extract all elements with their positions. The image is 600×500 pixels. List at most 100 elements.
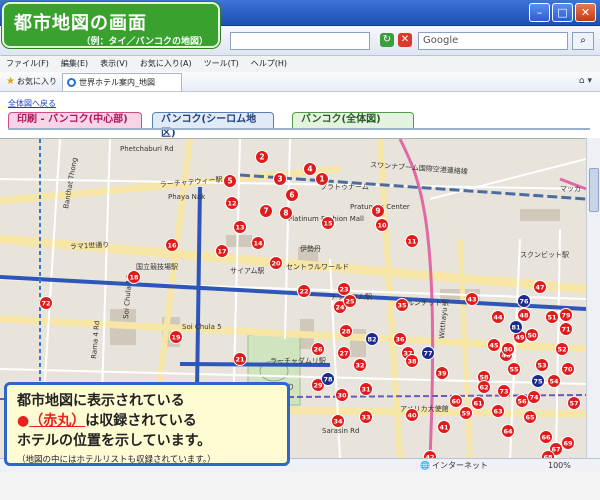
hotel-pin-48[interactable]: 48 bbox=[517, 308, 531, 322]
search-input[interactable]: Google bbox=[418, 32, 568, 50]
hotel-pin-56[interactable]: 56 bbox=[515, 394, 529, 408]
hotel-pin-66[interactable]: 66 bbox=[539, 430, 553, 444]
browser-tab[interactable]: 世界ホテル案内_地図 bbox=[62, 73, 182, 91]
close-button[interactable]: ✕ bbox=[575, 3, 596, 22]
stop-icon[interactable]: ✕ bbox=[398, 33, 412, 47]
menu-view[interactable]: 表示(V) bbox=[100, 56, 128, 72]
hotel-pin-43[interactable]: 43 bbox=[465, 292, 479, 306]
hotel-pin-42[interactable]: 42 bbox=[423, 450, 437, 459]
hotel-pin-57[interactable]: 57 bbox=[567, 396, 581, 410]
menu-tools[interactable]: ツール(T) bbox=[204, 56, 239, 72]
hotel-pin-28[interactable]: 28 bbox=[339, 324, 353, 338]
hotel-pin-33[interactable]: 33 bbox=[359, 410, 373, 424]
station-marker-78[interactable]: 78 bbox=[321, 372, 335, 386]
hotel-pin-10[interactable]: 10 bbox=[375, 218, 389, 232]
hotel-pin-34[interactable]: 34 bbox=[331, 414, 345, 428]
hotel-pin-41[interactable]: 41 bbox=[437, 420, 451, 434]
hotel-pin-40[interactable]: 40 bbox=[405, 408, 419, 422]
menu-file[interactable]: ファイル(F) bbox=[6, 56, 49, 72]
hotel-pin-7[interactable]: 7 bbox=[259, 204, 273, 218]
hotel-pin-60[interactable]: 60 bbox=[449, 394, 463, 408]
hotel-pin-18[interactable]: 18 bbox=[127, 270, 141, 284]
hotel-pin-14[interactable]: 14 bbox=[251, 236, 265, 250]
search-icon[interactable]: ⌕ bbox=[572, 32, 594, 50]
refresh-icon[interactable]: ↻ bbox=[380, 33, 394, 47]
back-to-overview-link[interactable]: 全体図へ戻る bbox=[8, 98, 56, 109]
hotel-pin-62[interactable]: 62 bbox=[477, 380, 491, 394]
vertical-scrollbar[interactable] bbox=[586, 138, 600, 458]
maximize-button[interactable]: □ bbox=[552, 3, 573, 22]
tab-bangkok-overview[interactable]: バンコク(全体図) bbox=[292, 112, 414, 128]
hotel-pin-11[interactable]: 11 bbox=[405, 234, 419, 248]
hotel-pin-22[interactable]: 22 bbox=[297, 284, 311, 298]
hotel-pin-6[interactable]: 6 bbox=[285, 188, 299, 202]
zoom-level[interactable]: 100% bbox=[548, 459, 571, 472]
minimize-button[interactable]: – bbox=[529, 3, 550, 22]
hotel-pin-55[interactable]: 55 bbox=[507, 362, 521, 376]
hotel-pin-45[interactable]: 45 bbox=[487, 338, 501, 352]
hotel-pin-3[interactable]: 3 bbox=[273, 172, 287, 186]
station-marker-77[interactable]: 77 bbox=[421, 346, 435, 360]
station-marker-81[interactable]: 81 bbox=[509, 320, 523, 334]
hotel-pin-5[interactable]: 5 bbox=[223, 174, 237, 188]
hotel-pin-15[interactable]: 15 bbox=[321, 216, 335, 230]
hotel-pin-63[interactable]: 63 bbox=[491, 404, 505, 418]
hotel-pin-61[interactable]: 61 bbox=[471, 396, 485, 410]
home-icon[interactable]: ⌂ ▾ bbox=[579, 76, 592, 86]
hotel-pin-65[interactable]: 65 bbox=[523, 410, 537, 424]
hotel-pin-80[interactable]: 80 bbox=[501, 342, 515, 356]
hotel-pin-44[interactable]: 44 bbox=[491, 310, 505, 324]
hotel-pin-79[interactable]: 79 bbox=[559, 308, 573, 322]
hotel-pin-50[interactable]: 50 bbox=[525, 328, 539, 342]
hotel-pin-71[interactable]: 71 bbox=[559, 322, 573, 336]
hotel-pin-59[interactable]: 59 bbox=[459, 406, 473, 420]
address-bar[interactable] bbox=[230, 32, 370, 50]
hotel-pin-8[interactable]: 8 bbox=[279, 206, 293, 220]
hotel-pin-74[interactable]: 74 bbox=[527, 390, 541, 404]
hotel-pin-20[interactable]: 20 bbox=[269, 256, 283, 270]
scroll-thumb[interactable] bbox=[589, 168, 599, 212]
station-marker-76[interactable]: 76 bbox=[517, 294, 531, 308]
hotel-pin-51[interactable]: 51 bbox=[545, 310, 559, 324]
menu-help[interactable]: ヘルプ(H) bbox=[251, 56, 287, 72]
tab-divider bbox=[8, 128, 590, 130]
hotel-pin-38[interactable]: 38 bbox=[405, 354, 419, 368]
hotel-pin-16[interactable]: 16 bbox=[165, 238, 179, 252]
station-marker-75[interactable]: 75 bbox=[531, 374, 545, 388]
hotel-pin-53[interactable]: 53 bbox=[535, 358, 549, 372]
hotel-pin-19[interactable]: 19 bbox=[169, 330, 183, 344]
hotel-pin-13[interactable]: 13 bbox=[233, 220, 247, 234]
hotel-pin-31[interactable]: 31 bbox=[359, 382, 373, 396]
hotel-pin-64[interactable]: 64 bbox=[501, 424, 515, 438]
hotel-pin-4[interactable]: 4 bbox=[303, 162, 317, 176]
hotel-pin-70[interactable]: 70 bbox=[561, 362, 575, 376]
menu-favorites[interactable]: お気に入り(A) bbox=[140, 56, 192, 72]
hotel-pin-9[interactable]: 9 bbox=[371, 204, 385, 218]
hotel-pin-52[interactable]: 52 bbox=[555, 342, 569, 356]
station-marker-82[interactable]: 82 bbox=[365, 332, 379, 346]
hotel-pin-1[interactable]: 1 bbox=[315, 172, 329, 186]
hotel-pin-21[interactable]: 21 bbox=[233, 352, 247, 366]
hotel-pin-12[interactable]: 12 bbox=[225, 196, 239, 210]
hotel-pin-54[interactable]: 54 bbox=[547, 374, 561, 388]
hotel-pin-69[interactable]: 69 bbox=[561, 436, 575, 450]
hotel-pin-47[interactable]: 47 bbox=[533, 280, 547, 294]
hotel-pin-25[interactable]: 25 bbox=[343, 294, 357, 308]
hotel-pin-30[interactable]: 30 bbox=[335, 388, 349, 402]
hotel-pin-23[interactable]: 23 bbox=[337, 282, 351, 296]
hotel-pin-27[interactable]: 27 bbox=[337, 346, 351, 360]
favorites-button[interactable]: ★ お気に入り bbox=[6, 75, 57, 89]
tab-print-bangkok-center[interactable]: 印刷 - バンコク(中心部) bbox=[8, 112, 142, 128]
pin-number: 39 bbox=[437, 370, 447, 378]
hotel-pin-72[interactable]: 72 bbox=[39, 296, 53, 310]
hotel-pin-35[interactable]: 35 bbox=[395, 298, 409, 312]
hotel-pin-2[interactable]: 2 bbox=[255, 150, 269, 164]
tab-bangkok-silom[interactable]: バンコク(シーロム地区) bbox=[152, 112, 274, 139]
hotel-pin-26[interactable]: 26 bbox=[311, 342, 325, 356]
hotel-pin-32[interactable]: 32 bbox=[353, 358, 367, 372]
menu-edit[interactable]: 編集(E) bbox=[61, 56, 88, 72]
hotel-pin-36[interactable]: 36 bbox=[393, 332, 407, 346]
hotel-pin-17[interactable]: 17 bbox=[215, 244, 229, 258]
hotel-pin-73[interactable]: 73 bbox=[497, 384, 511, 398]
hotel-pin-39[interactable]: 39 bbox=[435, 366, 449, 380]
